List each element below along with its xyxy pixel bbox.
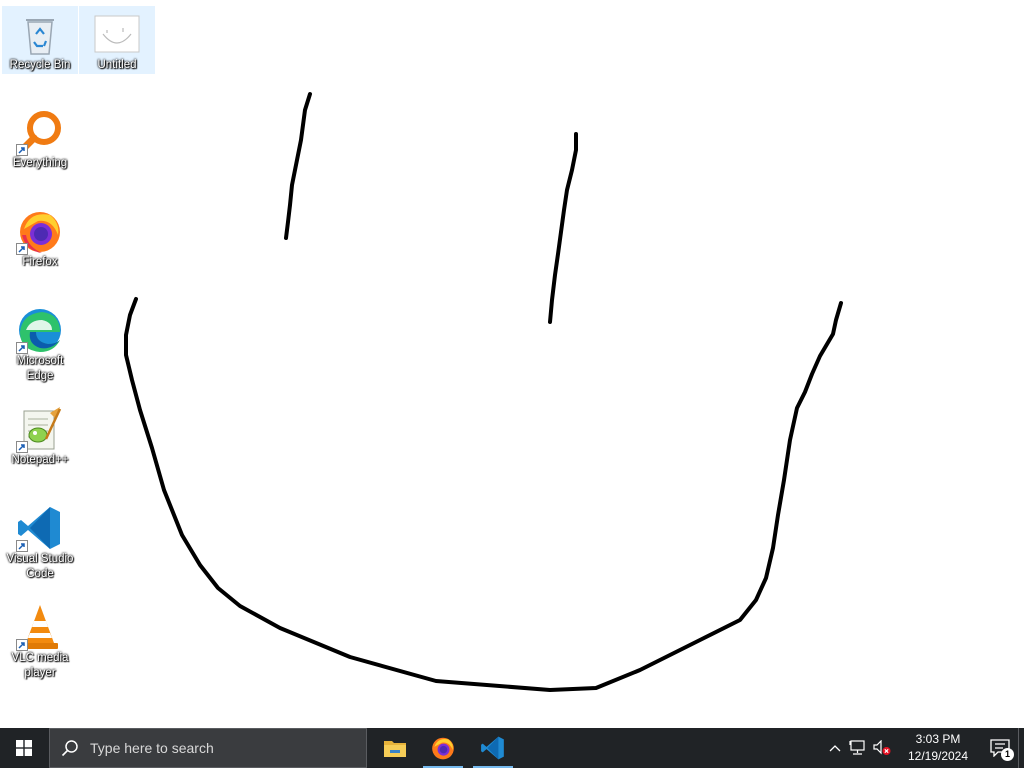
edge-icon: [16, 306, 64, 354]
desktop-icon-recycle-bin[interactable]: Recycle Bin: [2, 6, 78, 74]
shortcut-arrow-icon: [16, 243, 28, 255]
desktop-icon-untitled[interactable]: Untitled: [79, 6, 155, 74]
clock-date: 12/19/2024: [907, 749, 969, 763]
clock-time: 3:03 PM: [915, 732, 961, 746]
desktop[interactable]: Recycle Bin Untitled Everything Firefox …: [0, 0, 1024, 728]
desktop-icon-notepad-plus-plus[interactable]: Notepad++: [2, 401, 78, 473]
desktop-icon-vlc-media-player[interactable]: VLC media player: [2, 599, 78, 685]
left-eye-stroke: [284, 92, 312, 240]
desktop-icon-firefox[interactable]: Firefox: [2, 203, 78, 275]
desktop-icon-label: Untitled: [97, 59, 137, 71]
volume-button[interactable]: [870, 728, 894, 768]
search-icon: [50, 739, 90, 757]
desktop-icon-label: Microsoft Edge: [16, 355, 64, 382]
everything-search-icon: [16, 108, 64, 156]
desktop-icon-label: Visual Studio Code: [6, 553, 74, 580]
smiley-face-drawing: [124, 92, 843, 692]
show-hidden-icons-button[interactable]: [824, 728, 846, 768]
chevron-up-icon: [829, 745, 841, 752]
shortcut-arrow-icon: [16, 639, 28, 651]
paint-image-icon: [93, 10, 141, 58]
taskbar-file-explorer-button[interactable]: [371, 728, 419, 768]
notepad-plus-plus-icon: [16, 405, 64, 453]
mouth-stroke: [124, 297, 843, 692]
vlc-icon: [16, 603, 64, 651]
volume-muted-icon: [873, 740, 891, 755]
desktop-icon-label: Everything: [12, 157, 68, 169]
desktop-icon-everything[interactable]: Everything: [2, 104, 78, 176]
show-desktop-button[interactable]: [1018, 728, 1024, 768]
taskbar-firefox-button[interactable]: [419, 728, 467, 768]
clock[interactable]: 3:03 PM 12/19/2024: [898, 728, 978, 768]
shortcut-arrow-icon: [16, 540, 28, 552]
windows-logo-icon: [16, 740, 32, 756]
vscode-icon: [16, 504, 64, 552]
right-eye-stroke: [548, 132, 578, 324]
shortcut-arrow-icon: [16, 342, 28, 354]
desktop-icon-label: Firefox: [22, 256, 58, 268]
vscode-icon: [481, 736, 504, 760]
search-placeholder: Type here to search: [90, 740, 214, 756]
taskbar-search-box[interactable]: Type here to search: [49, 728, 367, 768]
action-center-button[interactable]: 1: [982, 728, 1018, 768]
taskbar: Type here to search 3:03 PM 12/19/2024 1: [0, 728, 1024, 768]
desktop-icon-microsoft-edge[interactable]: Microsoft Edge: [2, 302, 78, 388]
start-button[interactable]: [0, 728, 48, 768]
recycle-bin-icon: [16, 10, 64, 58]
taskbar-vscode-button[interactable]: [469, 728, 517, 768]
desktop-icon-label: VLC media player: [11, 652, 69, 679]
system-tray: 3:03 PM 12/19/2024 1: [824, 728, 1024, 768]
shortcut-arrow-icon: [16, 441, 28, 453]
desktop-icon-visual-studio-code[interactable]: Visual Studio Code: [2, 500, 78, 586]
network-icon: [849, 740, 865, 755]
shortcut-arrow-icon: [16, 144, 28, 156]
firefox-icon: [432, 737, 454, 760]
desktop-icon-label: Notepad++: [11, 454, 69, 466]
firefox-icon: [16, 207, 64, 255]
file-explorer-icon: [384, 741, 406, 757]
network-button[interactable]: [846, 728, 870, 768]
desktop-icon-label: Recycle Bin: [9, 59, 71, 71]
notification-count-badge: 1: [1001, 748, 1014, 761]
